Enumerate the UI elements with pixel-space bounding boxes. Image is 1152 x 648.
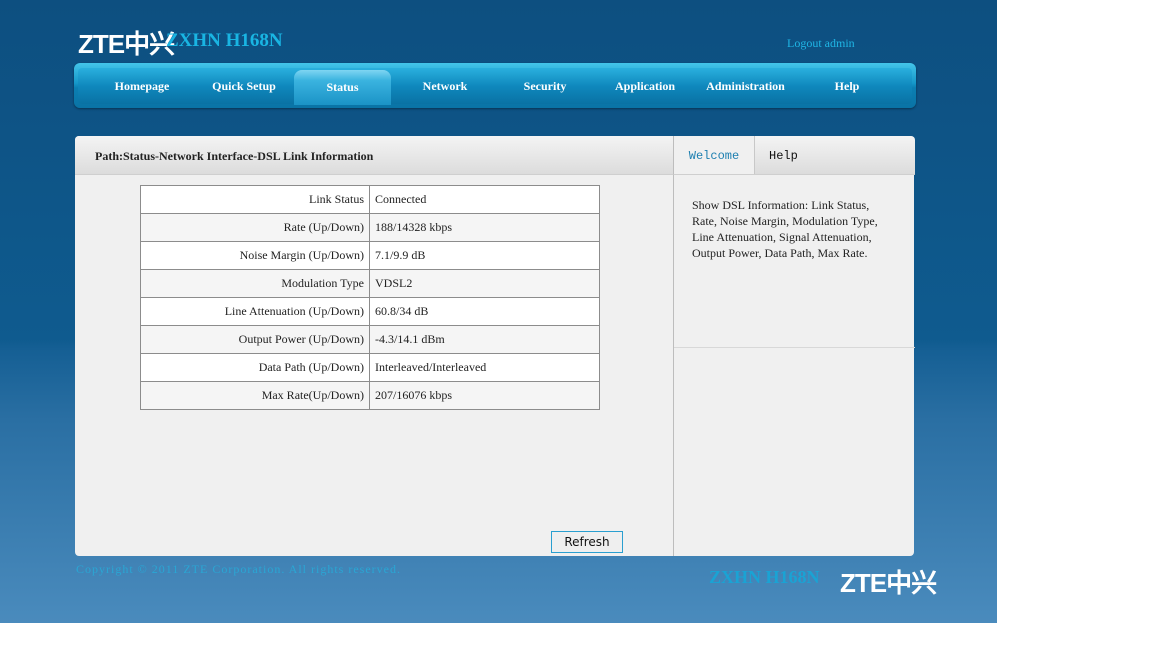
row-value: 207/16076 kbps — [369, 381, 600, 410]
table-row: Modulation Type VDSL2 — [140, 269, 600, 298]
content-panel: Path:Status-Network Interface-DSL Link I… — [75, 136, 915, 556]
row-label: Max Rate(Up/Down) — [140, 381, 370, 410]
row-label: Output Power (Up/Down) — [140, 325, 370, 354]
row-label: Rate (Up/Down) — [140, 213, 370, 242]
row-label: Noise Margin (Up/Down) — [140, 241, 370, 270]
nav-administration[interactable]: Administration — [695, 68, 796, 105]
zte-logo: ZTE中兴 — [78, 29, 175, 59]
row-label: Line Attenuation (Up/Down) — [140, 297, 370, 326]
row-value: 7.1/9.9 dB — [369, 241, 600, 270]
nav-homepage[interactable]: Homepage — [90, 68, 194, 105]
footer-zte-logo: ZTE中兴 — [840, 568, 937, 598]
row-label: Data Path (Up/Down) — [140, 353, 370, 382]
row-value: 188/14328 kbps — [369, 213, 600, 242]
breadcrumb: Path:Status-Network Interface-DSL Link I… — [95, 149, 374, 163]
table-row: Data Path (Up/Down) Interleaved/Interlea… — [140, 353, 600, 382]
row-value: 60.8/34 dB — [369, 297, 600, 326]
copyright-text: Copyright © 2011 ZTE Corporation. All ri… — [76, 562, 401, 576]
tab-welcome[interactable]: Welcome — [674, 136, 755, 174]
table-row: Output Power (Up/Down) -4.3/14.1 dBm — [140, 325, 600, 354]
sidebar-divider — [674, 347, 915, 348]
logout-link[interactable]: Logout admin — [787, 36, 855, 51]
main-nav-inner: Homepage Quick Setup Status Network Secu… — [78, 68, 912, 105]
table-row: Noise Margin (Up/Down) 7.1/9.9 dB — [140, 241, 600, 270]
model-name: ZXHN H168N — [166, 30, 283, 51]
row-value: Interleaved/Interleaved — [369, 353, 600, 382]
refresh-button[interactable]: Refresh — [551, 531, 623, 553]
row-value: -4.3/14.1 dBm — [369, 325, 600, 354]
table-row: Line Attenuation (Up/Down) 60.8/34 dB — [140, 297, 600, 326]
footer-model-name: ZXHN H168N — [709, 567, 820, 587]
main-nav: Homepage Quick Setup Status Network Secu… — [74, 63, 916, 108]
table-row: Link Status Connected — [140, 185, 600, 214]
help-sidebar: Show DSL Information: Link Status, Rate,… — [673, 175, 915, 556]
side-tabs: Welcome Help — [673, 136, 915, 175]
row-label: Link Status — [140, 185, 370, 214]
row-label: Modulation Type — [140, 269, 370, 298]
nav-application[interactable]: Application — [595, 68, 695, 105]
nav-quick-setup[interactable]: Quick Setup — [194, 68, 294, 105]
row-value: VDSL2 — [369, 269, 600, 298]
nav-network[interactable]: Network — [395, 68, 495, 105]
table-row: Max Rate(Up/Down) 207/16076 kbps — [140, 381, 600, 410]
dsl-info-table: Link Status Connected Rate (Up/Down) 188… — [140, 185, 600, 410]
router-admin-page: ZTE中兴 ZXHN H168N Logout admin Homepage Q… — [0, 0, 997, 623]
nav-security[interactable]: Security — [495, 68, 595, 105]
nav-help[interactable]: Help — [796, 68, 898, 105]
path-bar: Path:Status-Network Interface-DSL Link I… — [75, 136, 673, 175]
help-text: Show DSL Information: Link Status, Rate,… — [692, 198, 878, 260]
tab-help[interactable]: Help — [769, 136, 798, 174]
row-value: Connected — [369, 185, 600, 214]
nav-status[interactable]: Status — [294, 70, 391, 105]
table-row: Rate (Up/Down) 188/14328 kbps — [140, 213, 600, 242]
